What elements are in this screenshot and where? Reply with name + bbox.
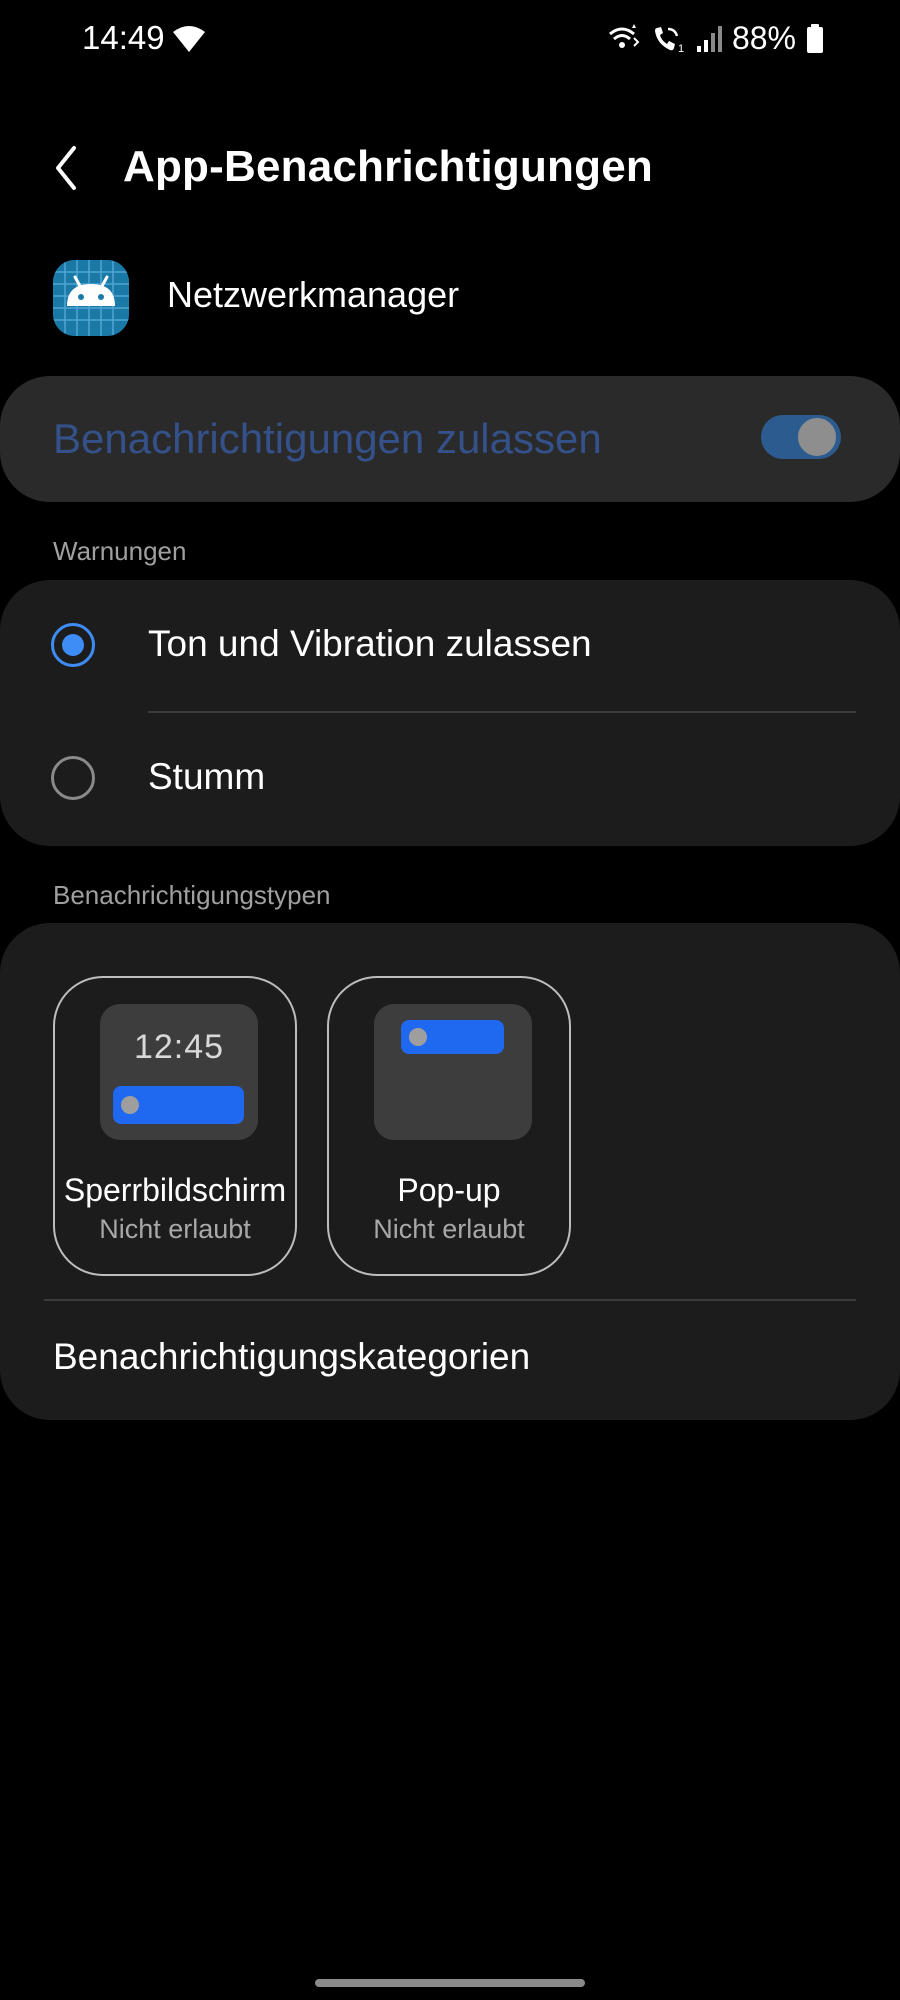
notification-categories-row[interactable]: Benachrichtigungskategorien: [0, 1300, 900, 1420]
popup-title: Pop-up: [397, 1172, 501, 1208]
radio-label-mute: Stumm: [148, 756, 266, 797]
lockscreen-title: Sperrbildschirm: [63, 1172, 287, 1208]
back-button[interactable]: [44, 138, 94, 198]
popup-preview: [374, 1004, 532, 1140]
allow-notifications-toggle-row[interactable]: Benachrichtigungen zulassen: [0, 376, 900, 502]
preview-clock: 12:45: [133, 1028, 225, 1066]
status-time: 14:49: [82, 19, 165, 56]
allow-notifications-switch[interactable]: [761, 415, 841, 459]
switch-knob: [795, 415, 839, 459]
preview-dot: [121, 1096, 139, 1114]
android-app-icon: [53, 260, 129, 336]
radio-option-sound-vibration[interactable]: Ton und Vibration zulassen: [0, 580, 900, 710]
lockscreen-status: Nicht erlaubt: [99, 1214, 251, 1244]
battery-percent: 88%: [731, 20, 796, 56]
page-title: App-Benachrichtigungen: [123, 142, 653, 191]
preview-notification-bar: [113, 1086, 244, 1124]
radio-option-mute[interactable]: Stumm: [0, 713, 900, 843]
radio-label-sound-vibration: Ton und Vibration zulassen: [148, 623, 592, 664]
radio-unselected-icon[interactable]: [51, 756, 95, 800]
header: App-Benachrichtigungen: [0, 130, 900, 210]
preview-notification-bar: [401, 1020, 504, 1054]
preview-dot: [409, 1028, 427, 1046]
chevron-left-icon: [56, 146, 76, 190]
warnings-card: Ton und Vibration zulassen Stumm: [0, 580, 900, 846]
radio-selected-icon[interactable]: [51, 623, 95, 667]
signal-strength-icon: [696, 24, 722, 54]
wifi-icon: [172, 24, 206, 54]
volte-call-icon: 1: [652, 24, 686, 54]
status-icons: 1 88%: [608, 20, 824, 57]
popup-status: Nicht erlaubt: [373, 1214, 525, 1244]
popup-type-tile[interactable]: Pop-up Nicht erlaubt: [327, 976, 571, 1276]
home-indicator[interactable]: [315, 1979, 585, 1987]
battery-icon: [806, 23, 824, 54]
allow-notifications-label: Benachrichtigungen zulassen: [53, 415, 602, 462]
app-name: Netzwerkmanager: [167, 274, 460, 315]
svg-text:1: 1: [678, 43, 684, 54]
lockscreen-preview: 12:45: [100, 1004, 258, 1140]
notification-categories-label: Benachrichtigungskategorien: [53, 1336, 531, 1377]
wifi-calling-icon: [608, 23, 642, 54]
types-section-label: Benachrichtigungstypen: [53, 880, 331, 910]
warnings-section-label: Warnungen: [53, 536, 187, 566]
app-row: Netzwerkmanager: [0, 258, 900, 338]
lockscreen-type-tile[interactable]: 12:45 Sperrbildschirm Nicht erlaubt: [53, 976, 297, 1276]
status-bar: 14:49 1 88%: [0, 0, 900, 80]
